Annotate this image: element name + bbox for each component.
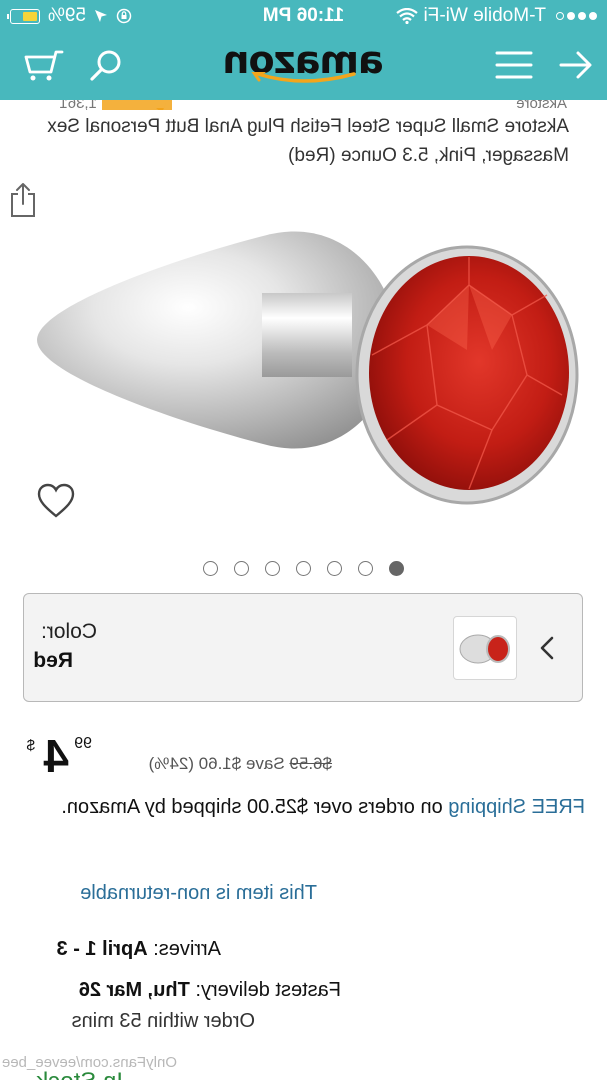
price-savings-line: $6.59 Save $1.60 (24%) bbox=[149, 754, 332, 774]
app-header: amazon bbox=[0, 32, 607, 100]
pager-dot-6[interactable] bbox=[234, 561, 249, 576]
list-price: $6.59 bbox=[289, 754, 332, 773]
free-shipping-link[interactable]: FREE Shipping bbox=[448, 796, 585, 818]
arrives-label: Arrives: bbox=[147, 938, 221, 960]
search-icon bbox=[90, 50, 121, 81]
in-stock-text: In Stock. bbox=[30, 1068, 123, 1080]
logo-text: amazon bbox=[223, 38, 384, 82]
wishlist-button[interactable] bbox=[37, 483, 75, 524]
arrives-date: April 1 - 3 bbox=[56, 938, 148, 960]
status-bar: T-Mobile Wi-Fi 11:06 PM 59% bbox=[0, 0, 607, 32]
arrival-info: Arrives: April 1 - 3 bbox=[57, 938, 221, 961]
battery-percent: 59% bbox=[48, 5, 87, 26]
fastest-label: Fastest delivery: bbox=[189, 979, 341, 1001]
brand-name: Akstore bbox=[516, 100, 567, 110]
pager-dot-5[interactable] bbox=[265, 561, 280, 576]
product-image[interactable] bbox=[17, 175, 587, 535]
price-currency: $ bbox=[26, 737, 35, 754]
product-page: T-Mobile Wi-Fi 11:06 PM 59% amazon Aksto… bbox=[0, 0, 607, 1080]
fastest-date: Thu, Mar 26 bbox=[78, 979, 190, 1001]
fastest-delivery-info: Fastest delivery: Thu, Mar 26 bbox=[79, 979, 341, 1002]
pager-dot-7[interactable] bbox=[203, 561, 218, 576]
color-label: Color: bbox=[40, 620, 97, 643]
chevron-right-icon bbox=[540, 636, 554, 665]
color-value: Red bbox=[33, 649, 73, 672]
shipping-text: on orders over $25.00 shipped by Amazon. bbox=[61, 796, 449, 818]
image-pager[interactable] bbox=[203, 561, 404, 576]
cart-button[interactable] bbox=[21, 42, 67, 88]
savings-text: Save $1.60 (24%) bbox=[148, 754, 285, 773]
pager-dot-2[interactable] bbox=[358, 561, 373, 576]
pager-dot-3[interactable] bbox=[327, 561, 342, 576]
shipping-info: FREE Shipping on orders over $25.00 ship… bbox=[23, 792, 585, 822]
price-dollars: 4 bbox=[43, 730, 69, 782]
location-icon bbox=[95, 10, 108, 22]
lock-rotation-icon bbox=[116, 8, 132, 24]
cart-icon bbox=[24, 50, 64, 81]
battery-icon bbox=[10, 8, 40, 24]
rating-strip[interactable]: Akstore 1,361 bbox=[27, 100, 567, 110]
swatch-thumbnail-icon bbox=[459, 634, 510, 664]
rating-count: 1,361 bbox=[59, 100, 97, 110]
heart-icon bbox=[37, 483, 75, 518]
product-title: Akstore Small Super Steel Fetish Plug An… bbox=[47, 116, 569, 166]
color-swatch[interactable] bbox=[453, 616, 517, 680]
star-rating-icon: Akstore 1,361 bbox=[59, 100, 567, 110]
non-returnable-link[interactable]: This item is non-returnable bbox=[80, 882, 317, 905]
order-within-text: Order within 53 mins bbox=[71, 1010, 255, 1032]
pager-dot-1[interactable] bbox=[389, 561, 404, 576]
status-right: 59% bbox=[10, 5, 132, 27]
pager-dot-4[interactable] bbox=[296, 561, 311, 576]
color-selector[interactable]: Color: Red bbox=[23, 593, 583, 702]
search-button[interactable] bbox=[83, 42, 129, 88]
price-cents: 99 bbox=[74, 735, 92, 752]
